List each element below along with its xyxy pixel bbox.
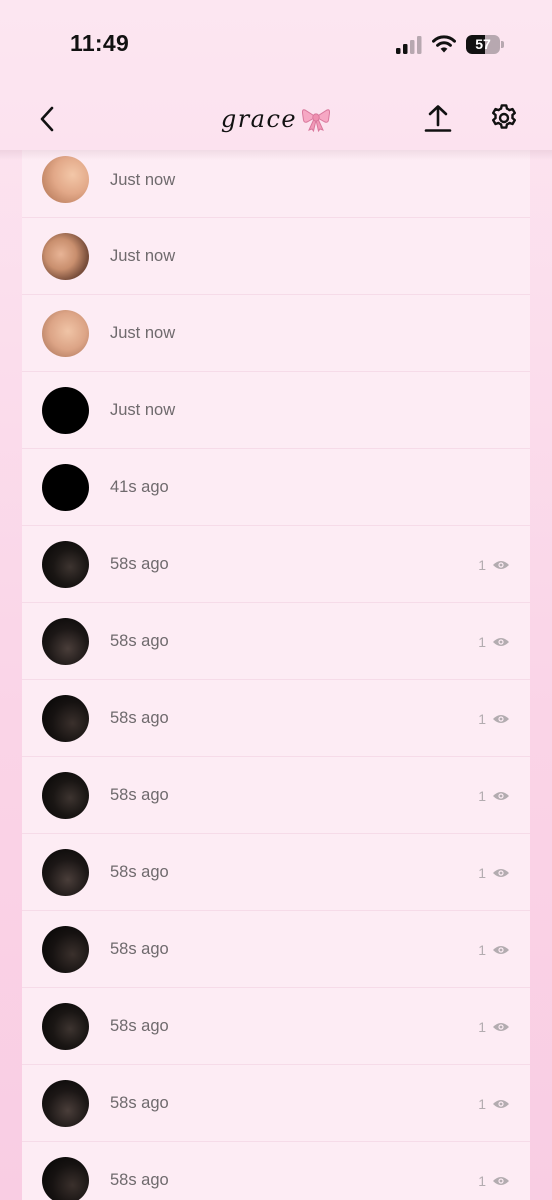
view-indicator: 1: [478, 1065, 510, 1142]
snap-thumbnail: [42, 772, 89, 819]
snap-row-9[interactable]: 58s ago 1: [22, 757, 530, 834]
snap-thumbnail: [42, 1003, 89, 1050]
snap-row-6[interactable]: 58s ago 1: [22, 526, 530, 603]
view-count: 1: [478, 1095, 486, 1112]
view-count: 1: [478, 1172, 486, 1189]
eye-icon: [493, 637, 509, 646]
view-indicator: 1: [478, 757, 510, 834]
upload-icon: [424, 105, 452, 132]
snap-row-3[interactable]: Just now: [22, 295, 530, 372]
snap-timestamp: 41s ago: [110, 478, 169, 496]
snap-timestamp: 58s ago: [110, 1017, 169, 1035]
snap-row-1[interactable]: Just now: [22, 150, 530, 218]
battery-icon: 57: [466, 35, 506, 54]
eye-icon: [493, 945, 509, 954]
eye-icon: [493, 1176, 509, 1185]
snap-thumbnail: [42, 233, 89, 280]
snap-thumbnail: [42, 541, 89, 588]
snap-thumbnail: [42, 1080, 89, 1127]
snap-timestamp: Just now: [110, 324, 176, 342]
status-bar: 11:49 57: [0, 0, 552, 88]
snap-timestamp: Just now: [110, 247, 176, 265]
snap-row-2[interactable]: Just now: [22, 218, 530, 295]
battery-percent: 57: [475, 36, 491, 52]
snap-timestamp: 58s ago: [110, 709, 169, 727]
eye-icon: [493, 560, 509, 569]
view-indicator: 1: [478, 526, 510, 603]
cellular-signal-icon: [396, 36, 422, 54]
view-count: 1: [478, 1018, 486, 1035]
view-indicator: 1: [478, 1142, 510, 1200]
snap-timestamp: 58s ago: [110, 863, 169, 881]
page-title: grace: [220, 105, 298, 133]
snap-thumbnail: [42, 695, 89, 742]
view-count: 1: [478, 787, 486, 804]
snap-row-5[interactable]: 41s ago: [22, 449, 530, 526]
upload-button[interactable]: [420, 100, 456, 136]
snap-row-13[interactable]: 58s ago 1: [22, 1065, 530, 1142]
snap-row-7[interactable]: 58s ago 1: [22, 603, 530, 680]
title-wrap: grace: [0, 102, 552, 136]
view-count: 1: [478, 710, 486, 727]
snap-row-14[interactable]: 58s ago 1: [22, 1142, 530, 1200]
gear-icon: [492, 104, 516, 129]
snap-thumbnail: [42, 926, 89, 973]
snap-timestamp: Just now: [110, 171, 176, 189]
view-indicator: 1: [478, 680, 510, 757]
snap-row-10[interactable]: 58s ago 1: [22, 834, 530, 911]
snap-thumbnail: [42, 310, 89, 357]
snap-timestamp: 58s ago: [110, 786, 169, 804]
snap-row-11[interactable]: 58s ago 1: [22, 911, 530, 988]
view-count: 1: [478, 633, 486, 650]
view-count: 1: [478, 864, 486, 881]
snap-row-8[interactable]: 58s ago 1: [22, 680, 530, 757]
view-indicator: 1: [478, 988, 510, 1065]
eye-icon: [493, 1022, 509, 1031]
snap-thumbnail: [42, 849, 89, 896]
status-time: 11:49: [70, 30, 130, 56]
snap-thumbnail: [42, 1157, 89, 1200]
snap-thumbnail: [42, 618, 89, 665]
snap-timestamp: 58s ago: [110, 1094, 169, 1112]
snap-row-4[interactable]: Just now: [22, 372, 530, 449]
snap-timestamp: 58s ago: [110, 555, 169, 573]
eye-icon: [493, 1099, 509, 1108]
snap-list: Just now Just now Just now Just now 41s …: [22, 150, 530, 1200]
nav-bar: grace: [0, 88, 552, 150]
eye-icon: [493, 714, 509, 723]
snap-timestamp: 58s ago: [110, 940, 169, 958]
snap-timestamp: 58s ago: [110, 632, 169, 650]
snap-thumbnail: [42, 387, 89, 434]
snap-thumbnail: [42, 464, 89, 511]
snap-row-12[interactable]: 58s ago 1: [22, 988, 530, 1065]
view-indicator: 1: [478, 603, 510, 680]
view-count: 1: [478, 556, 486, 573]
snap-thumbnail: [42, 156, 89, 203]
ribbon-bow-icon: [302, 109, 331, 132]
view-indicator: 1: [478, 911, 510, 988]
settings-button[interactable]: [486, 100, 522, 136]
snap-timestamp: Just now: [110, 401, 176, 419]
wifi-icon: [432, 35, 456, 53]
view-count: 1: [478, 941, 486, 958]
eye-icon: [493, 791, 509, 800]
view-indicator: 1: [478, 834, 510, 911]
snap-timestamp: 58s ago: [110, 1171, 169, 1189]
eye-icon: [493, 868, 509, 877]
